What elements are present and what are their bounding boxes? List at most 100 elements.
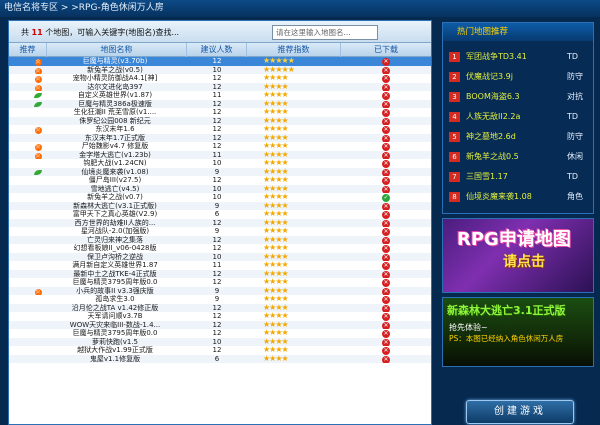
- rating-stars: ★★★★: [249, 74, 341, 83]
- row-tag: [33, 329, 43, 338]
- not-downloaded-x-icon: ✕: [382, 126, 390, 134]
- map-name: 巨魔与精灵3795周年版0.0: [72, 329, 158, 337]
- map-list-panel: 共 11 个地图，可输入关键字(地图名)查找... 推荐 地图名称 建议人数 推…: [8, 20, 432, 425]
- hot-map-item[interactable]: 6 新兔羊之战0.5 休闲: [449, 147, 595, 166]
- rating-stars: ★★★★: [249, 83, 341, 92]
- suggested-players: 10: [212, 184, 222, 193]
- col-header-rating[interactable]: 推荐指数: [247, 43, 341, 57]
- table-row[interactable]: 火 新兔羊之战(v0.5) 10 ★★★★★ ✕: [9, 65, 431, 74]
- table-row[interactable]: 巨魔与精灵3795周年版0.0 12 ★★★★ ✕: [9, 329, 431, 338]
- map-name: 保卫卢沟桥之逆战: [87, 252, 143, 261]
- rating-stars: ★★★★★: [249, 57, 341, 66]
- hot-map-item[interactable]: 3 BOOM海盗6.3 对抗: [449, 87, 595, 106]
- table-row[interactable]: 星河战队-2.0(加强版) 9 ★★★★ ✕: [9, 227, 431, 236]
- table-row[interactable]: 保卫卢沟桥之逆战 10 ★★★★ ✕: [9, 252, 431, 261]
- table-row[interactable]: 亡灵归来神之集落 12 ★★★★ ✕: [9, 235, 431, 244]
- table-row[interactable]: 仙境炎魔来袭(v1.08) 9 ★★★★ ✕: [9, 167, 431, 176]
- table-row[interactable]: 火 达尔文进化岛397 12 ★★★★ ✕: [9, 82, 431, 92]
- not-downloaded-x-icon: ✕: [382, 313, 390, 321]
- not-downloaded-x-icon: ✕: [382, 134, 390, 142]
- map-name: 孤岛求生3.0: [95, 295, 135, 303]
- col-header-downloaded[interactable]: 已下载: [341, 43, 431, 57]
- table-row[interactable]: 火 巨魔与精灵(v3.70b) 12 ★★★★★ ✕: [9, 57, 431, 66]
- hot-map-item[interactable]: 8 仙境炎魔来袭1.08 角色: [449, 187, 595, 206]
- map-name: 星河战队-2.0(加强版): [80, 227, 150, 235]
- table-row[interactable]: 富甲天下之真心英雄(V2.9) 6 ★★★★ ✕: [9, 210, 431, 219]
- table-row[interactable]: 侏罗纪公园008 新纪元 12 ★★★★ ✕: [9, 116, 431, 126]
- suggested-players: 11: [212, 91, 222, 99]
- table-row[interactable]: 越狱大作战v1.99正式版 12 ★★★★ ✕: [9, 346, 431, 355]
- suggested-players: 9: [214, 201, 220, 210]
- map-search-input[interactable]: [273, 26, 377, 39]
- map-name: WOW天灾来临III-数战-1.4...: [69, 320, 161, 329]
- rating-stars: ★★★★: [249, 278, 341, 287]
- row-tag: [33, 117, 43, 126]
- create-game-button[interactable]: 创建游戏: [466, 400, 574, 424]
- star-icon: ★: [281, 303, 289, 312]
- hot-tag-icon: 火: [34, 59, 42, 66]
- hot-map-item[interactable]: 4 人族无敌II2.2a TD: [449, 107, 595, 126]
- row-tag: [33, 278, 43, 287]
- table-row[interactable]: 鬼屋v1.1修复版 6 ★★★★ ✕: [9, 354, 431, 363]
- table-row[interactable]: 火 宠物小精灵防御战A4.1[神] 12 ★★★★ ✕: [9, 74, 431, 83]
- table-row[interactable]: 沿月伦之战TA v1.42修正版 12 ★★★★ ✕: [9, 303, 431, 312]
- row-tag: [33, 108, 43, 117]
- table-row[interactable]: 僵尸岛III(v27.5) 12 ★★★★ ✕: [9, 176, 431, 185]
- hot-map-item[interactable]: 5 神之墓地2.6d 防守: [449, 127, 595, 146]
- map-count-hint: 共 11 个地图，可输入关键字(地图名)查找...: [21, 28, 180, 37]
- table-row[interactable]: 火 金字塔大逃亡(v1.23b) 11 ★★★★ ✕: [9, 150, 431, 159]
- hot-map-item[interactable]: 2 伏魔战记3.9j 防守: [449, 67, 595, 86]
- not-downloaded-x-icon: ✕: [382, 338, 390, 346]
- table-row[interactable]: 雪地逃亡(v4.5) 10 ★★★★ ✕: [9, 184, 431, 193]
- table-row[interactable]: 火 小兵的故事II v3.3强庆版 9 ★★★★ ✕: [9, 286, 431, 295]
- col-header-players[interactable]: 建议人数: [187, 43, 247, 57]
- hot-map-item[interactable]: 1 军团战争TD3.41 TD: [449, 47, 595, 66]
- table-row[interactable]: 满月新自定义英雄世界1.87 11 ★★★★ ✕: [9, 261, 431, 270]
- table-row[interactable]: 新兔羊之战(v0.7) 10 ★★★★ ✓: [9, 193, 431, 202]
- table-row[interactable]: 钩肥大战(v1.24CN) 10 ★★★★ ✕: [9, 159, 431, 168]
- table-row[interactable]: 萝莉快跑(v1.5 10 ★★★★ ✕: [9, 337, 431, 346]
- rating-stars: ★★★★: [249, 202, 341, 211]
- col-header-recommend[interactable]: 推荐: [9, 43, 47, 57]
- col-header-map-name[interactable]: 地图名称: [47, 43, 187, 57]
- hot-map-type: TD: [567, 52, 579, 61]
- rank-badge: 5: [449, 132, 460, 142]
- suggested-players: 12: [212, 133, 222, 142]
- map-name: 富甲天下之真心英雄(V2.9): [72, 210, 158, 218]
- hot-tag-icon: 火: [34, 84, 42, 91]
- table-row[interactable]: 孤岛求生3.0 9 ★★★★ ✕: [9, 295, 431, 304]
- table-row[interactable]: 西方世界的劫难II人族的... 12 ★★★★ ✕: [9, 218, 431, 228]
- table-row[interactable]: WOW天灾来临III-数战-1.4... 12 ★★★★ ✕: [9, 320, 431, 329]
- not-downloaded-x-icon: ✕: [382, 304, 390, 312]
- rpg-apply-banner[interactable]: RPG申请地图 请点击: [442, 218, 594, 293]
- rank-badge: 7: [449, 172, 460, 182]
- star-icon: ★: [281, 201, 289, 210]
- forest-escape-banner[interactable]: 新森林大逃亡3.1正式版 抢先体验~ PS：本图已经纳入角色休闲万人房: [442, 297, 594, 367]
- star-icon: ★: [281, 227, 289, 235]
- map-name: 最新中土之战TKE-4正式版: [73, 269, 157, 278]
- not-downloaded-x-icon: ✕: [382, 117, 390, 125]
- table-row[interactable]: 火 尸始魏影v4.7 修复版 12 ★★★★ ✕: [9, 142, 431, 151]
- table-row[interactable]: 巨魔与精灵386a极速版 12 ★★★★ ✕: [9, 99, 431, 108]
- table-row[interactable]: 东汉末年1.7正式版 12 ★★★★ ✕: [9, 133, 431, 142]
- suggested-players: 10: [212, 65, 222, 74]
- table-row[interactable]: 生化狂潮II 荒芜雪原(v1.... 12 ★★★★ ✕: [9, 108, 431, 117]
- rating-stars: ★★★★: [249, 219, 341, 228]
- star-icon: ★: [281, 91, 289, 99]
- map-name: 巨魔与精灵(v3.70b): [82, 57, 148, 65]
- suggested-players: 9: [214, 295, 220, 303]
- star-icon: ★: [287, 65, 295, 74]
- table-row[interactable]: 巨魔与精灵3795周年版0.0 12 ★★★★ ✕: [9, 278, 431, 287]
- table-row[interactable]: 自定义英雄世界(v1.87) 11 ★★★★ ✕: [9, 91, 431, 100]
- table-row[interactable]: 最新中土之战TKE-4正式版 12 ★★★★ ✕: [9, 269, 431, 278]
- map-name: 自定义英雄世界(v1.87): [77, 91, 153, 99]
- search-field[interactable]: [272, 25, 378, 40]
- table-row[interactable]: 新森林大逃亡(v3.1正式版) 9 ★★★★ ✕: [9, 201, 431, 211]
- table-row[interactable]: 天军请问顺v3.7B 12 ★★★★ ✕: [9, 312, 431, 321]
- table-row[interactable]: 幻想看板娘II_v06-0428版 12 ★★★★ ✕: [9, 244, 431, 253]
- hot-map-item[interactable]: 7 三国雪1.17 TD: [449, 167, 595, 186]
- suggested-players: 10: [212, 159, 222, 167]
- table-row[interactable]: 火 东汉末年1.6 12 ★★★★ ✕: [9, 125, 431, 134]
- forest-banner-title: 新森林大逃亡3.1正式版: [447, 304, 566, 317]
- table-header: 推荐 地图名称 建议人数 推荐指数 已下载: [9, 43, 431, 57]
